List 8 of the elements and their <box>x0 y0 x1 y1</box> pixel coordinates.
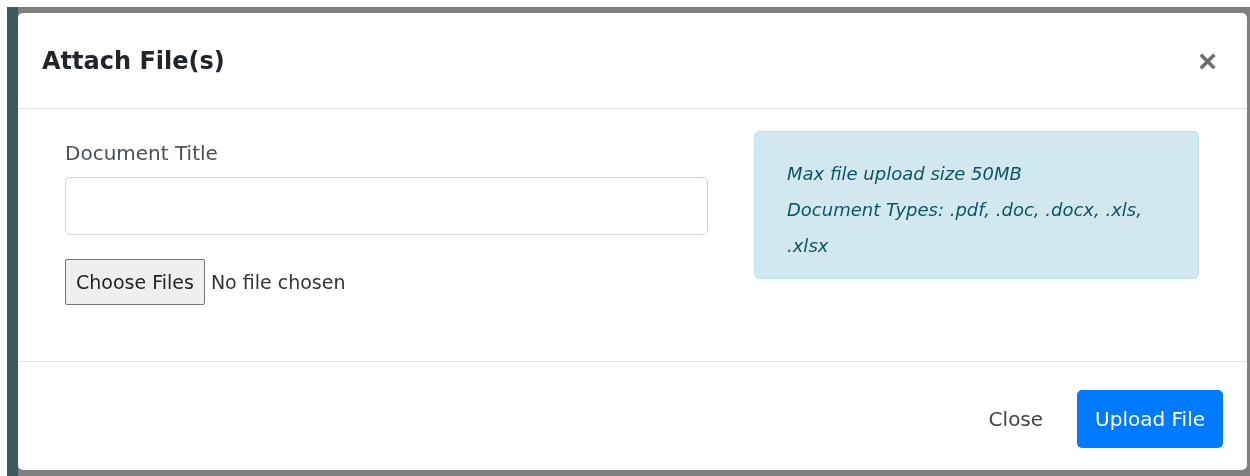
info-text: Max file upload size 50MB <box>787 162 1023 186</box>
file-status: No file chosen <box>210 271 346 293</box>
upload-button[interactable]: Upload File <box>1077 389 1223 448</box>
input-field[interactable] <box>65 177 708 235</box>
field-label: Document Title <box>65 141 219 165</box>
dialog-title: Attach File(s) <box>42 46 225 75</box>
choose-files-button[interactable]: Choose Files <box>65 259 205 305</box>
info-text: Document Types: .pdf, .doc, .docx, .xls, .xlsx <box>787 198 1142 258</box>
